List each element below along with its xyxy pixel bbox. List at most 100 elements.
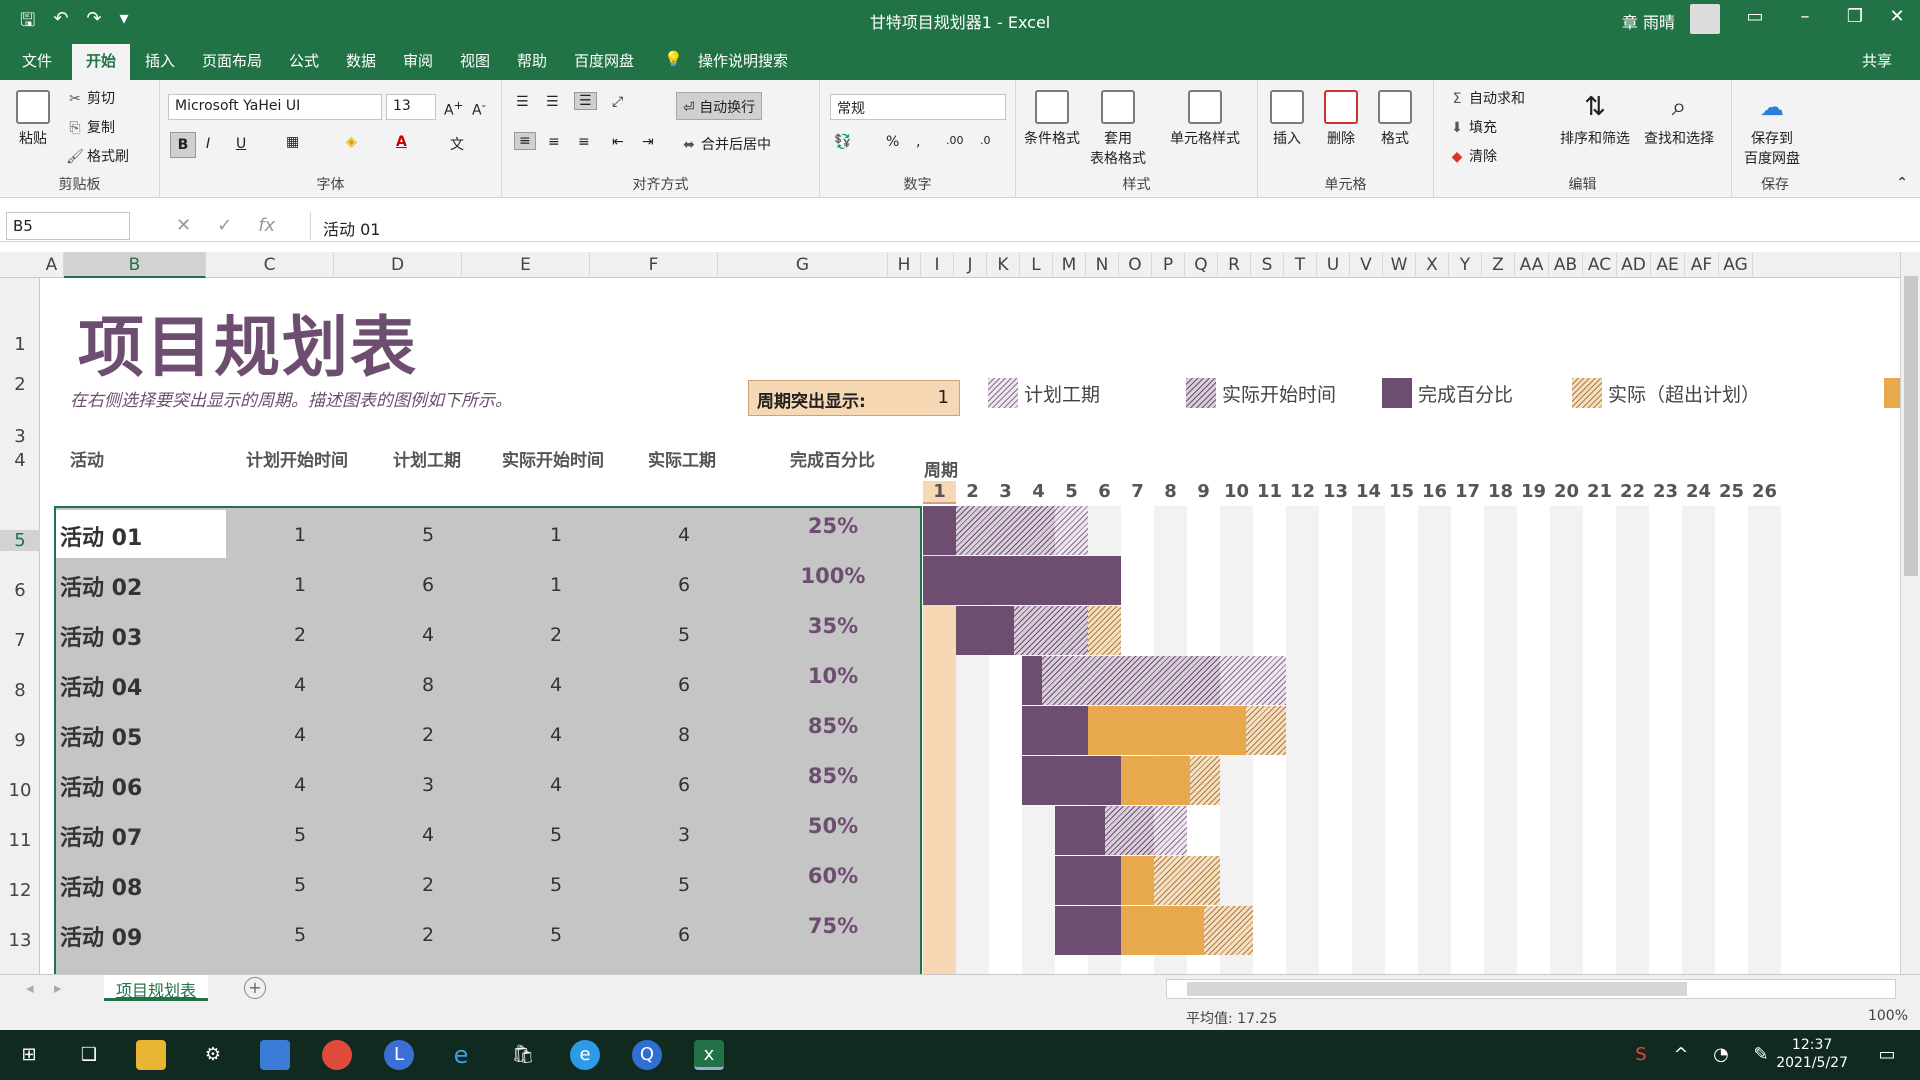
decrease-decimal-icon[interactable]: .0	[980, 134, 991, 147]
delete-cells-button[interactable]: 删除	[1324, 90, 1358, 148]
header-actual-start[interactable]: 实际开始时间	[502, 446, 604, 471]
conditional-format-button[interactable]: 条件格式	[1024, 90, 1080, 148]
formula-input[interactable]: 活动 01	[310, 212, 1910, 240]
align-right-icon[interactable]: ≡	[578, 134, 590, 150]
period-number[interactable]: 19	[1517, 481, 1550, 502]
excel-icon[interactable]: x	[694, 1040, 724, 1070]
period-number[interactable]: 25	[1715, 481, 1748, 502]
column-header-Q[interactable]: Q	[1185, 252, 1218, 278]
plan-duration-cell[interactable]: 5	[364, 524, 492, 546]
row-header-3[interactable]: 3	[0, 426, 40, 447]
period-number[interactable]: 1	[923, 481, 956, 504]
period-number[interactable]: 2	[956, 481, 989, 502]
row-header-12[interactable]: 12	[0, 880, 40, 901]
clock[interactable]: 12:37 2021/5/27	[1776, 1036, 1848, 1072]
column-header-M[interactable]: M	[1053, 252, 1086, 278]
column-header-Y[interactable]: Y	[1449, 252, 1482, 278]
tab-data[interactable]: 数据	[346, 50, 376, 71]
column-header-AD[interactable]: AD	[1617, 252, 1651, 278]
ie-icon[interactable]: e	[446, 1040, 476, 1070]
bold-icon[interactable]: B	[170, 132, 196, 158]
percent-complete-cell[interactable]: 25%	[748, 514, 918, 538]
percent-complete-cell[interactable]: 100%	[748, 564, 918, 588]
period-number[interactable]: 17	[1451, 481, 1484, 502]
task-view-icon[interactable]: ❑	[74, 1040, 104, 1070]
restore-icon[interactable]: ❐	[1840, 6, 1870, 27]
font-name-select[interactable]: Microsoft YaHei UI	[168, 94, 382, 120]
row-header-6[interactable]: 6	[0, 580, 40, 601]
actual-duration-cell[interactable]: 5	[620, 874, 748, 896]
zoom-level[interactable]: 100%	[1868, 1008, 1908, 1024]
plan-duration-cell[interactable]: 4	[364, 824, 492, 846]
merge-center-button[interactable]: ⬌ 合并后居中	[680, 134, 771, 154]
phonetic-icon[interactable]: 文	[450, 134, 464, 154]
percent-complete-cell[interactable]: 75%	[748, 914, 918, 938]
column-header-AB[interactable]: AB	[1549, 252, 1583, 278]
column-header-T[interactable]: T	[1284, 252, 1317, 278]
format-cells-button[interactable]: 格式	[1378, 90, 1412, 148]
column-header-W[interactable]: W	[1383, 252, 1416, 278]
percent-complete-cell[interactable]: 50%	[748, 814, 918, 838]
actual-start-cell[interactable]: 5	[492, 874, 620, 896]
column-header-AC[interactable]: AC	[1583, 252, 1617, 278]
column-header-B[interactable]: B	[64, 252, 206, 278]
row-header-8[interactable]: 8	[0, 680, 40, 701]
period-highlight-value[interactable]: 1	[938, 387, 949, 408]
column-header-J[interactable]: J	[954, 252, 987, 278]
actual-start-cell[interactable]: 5	[492, 924, 620, 946]
period-number[interactable]: 8	[1154, 481, 1187, 502]
period-number[interactable]: 12	[1286, 481, 1319, 502]
insert-function-icon[interactable]: fx	[258, 215, 275, 236]
column-header-Z[interactable]: Z	[1482, 252, 1515, 278]
column-header-X[interactable]: X	[1416, 252, 1449, 278]
sort-filter-button[interactable]: ⇅ 排序和筛选	[1560, 90, 1630, 148]
actual-duration-cell[interactable]: 6	[620, 774, 748, 796]
column-header-C[interactable]: C	[206, 252, 334, 278]
column-header-AF[interactable]: AF	[1685, 252, 1719, 278]
collapse-ribbon-icon[interactable]: ⌃	[1896, 175, 1908, 191]
windows-start-icon[interactable]: ⊞	[14, 1040, 44, 1070]
column-header-P[interactable]: P	[1152, 252, 1185, 278]
align-left-icon[interactable]: ≡	[514, 132, 536, 150]
column-header-G[interactable]: G	[718, 252, 888, 278]
column-header-AA[interactable]: AA	[1515, 252, 1549, 278]
row-header-2[interactable]: 2	[0, 374, 40, 395]
plan-start-cell[interactable]: 4	[236, 724, 364, 746]
row-header-10[interactable]: 10	[0, 780, 40, 801]
plan-start-cell[interactable]: 1	[236, 574, 364, 596]
wifi-icon[interactable]: ◔	[1706, 1040, 1736, 1070]
align-middle-icon[interactable]: ☰	[546, 94, 559, 110]
header-plan-start[interactable]: 计划开始时间	[246, 446, 348, 471]
tab-formulas[interactable]: 公式	[289, 50, 319, 71]
period-number[interactable]: 23	[1649, 481, 1682, 502]
actual-start-cell[interactable]: 4	[492, 724, 620, 746]
grow-font-icon[interactable]: A+	[444, 98, 463, 119]
plan-duration-cell[interactable]: 2	[364, 724, 492, 746]
activity-name-cell[interactable]: 活动 02	[56, 560, 226, 608]
column-header-S[interactable]: S	[1251, 252, 1284, 278]
header-activity[interactable]: 活动	[70, 446, 104, 471]
actual-duration-cell[interactable]: 5	[620, 624, 748, 646]
column-header-F[interactable]: F	[590, 252, 718, 278]
minimize-icon[interactable]: –	[1790, 6, 1820, 27]
actual-duration-cell[interactable]: 4	[620, 524, 748, 546]
photos-icon[interactable]	[260, 1040, 290, 1070]
align-top-icon[interactable]: ☰	[516, 94, 529, 110]
sheet-tab-active[interactable]: 项目规划表	[104, 975, 209, 1001]
period-number[interactable]: 24	[1682, 481, 1715, 502]
column-header-V[interactable]: V	[1350, 252, 1383, 278]
period-number[interactable]: 14	[1352, 481, 1385, 502]
align-bottom-icon[interactable]: ☰	[574, 92, 597, 110]
avatar[interactable]	[1690, 4, 1720, 34]
name-box[interactable]: B5	[6, 212, 130, 240]
edge-icon[interactable]: e	[570, 1040, 600, 1070]
plan-duration-cell[interactable]: 2	[364, 874, 492, 896]
tab-view[interactable]: 视图	[460, 50, 490, 71]
plan-duration-cell[interactable]: 3	[364, 774, 492, 796]
enter-icon[interactable]: ✓	[217, 215, 232, 236]
plan-duration-cell[interactable]: 4	[364, 624, 492, 646]
increase-indent-icon[interactable]: ⇥	[642, 134, 654, 150]
sogou-icon[interactable]: S	[1626, 1040, 1656, 1070]
period-label[interactable]: 周期	[924, 456, 958, 481]
plan-start-cell[interactable]: 4	[236, 674, 364, 696]
